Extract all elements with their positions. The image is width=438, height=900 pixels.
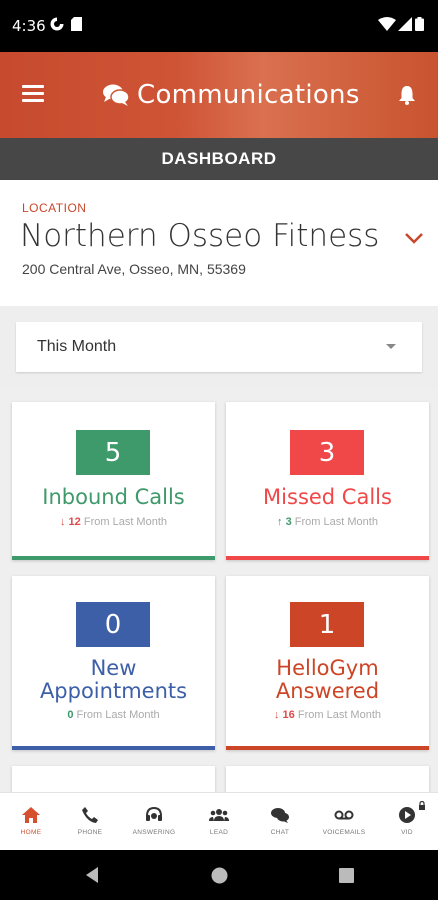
recents-icon[interactable]: [339, 868, 354, 883]
app-bar: Communications: [0, 52, 438, 138]
nav-lead[interactable]: LEAD: [188, 793, 250, 851]
nav-label: ANSWERING: [132, 829, 176, 836]
chat-icon: [271, 808, 289, 823]
stat-title: Missed Calls: [263, 485, 392, 509]
period-select-value: This Month: [37, 338, 117, 355]
stat-card-missed-calls[interactable]: 3 Missed Calls ↑ 3 From Last Month: [226, 402, 429, 560]
nav-chat[interactable]: CHAT: [249, 793, 311, 851]
stat-card-accent-bar: [12, 556, 215, 560]
phone-icon: [82, 807, 98, 823]
home-circle-icon[interactable]: [211, 867, 228, 884]
stats-grid: 5 Inbound Calls ↓ 12 From Last Month 3 M…: [0, 388, 438, 792]
nav-home[interactable]: HOME: [0, 793, 62, 851]
stat-card-partial[interactable]: [226, 766, 429, 792]
stat-title: HelloGym Answered: [275, 656, 380, 703]
stat-value-box: 3: [290, 430, 364, 475]
location-address: 200 Central Ave, Osseo, MN, 55369: [22, 261, 246, 277]
stat-card-accent-bar: [226, 556, 429, 560]
stat-delta: ↓ 16 From Last Month: [273, 709, 381, 721]
stat-delta: ↓ 12 From Last Month: [59, 516, 167, 528]
bell-icon[interactable]: [398, 85, 416, 105]
bottom-nav: HOME PHONE ANSWERING LEAD CHAT VOICEMAIL…: [0, 792, 438, 850]
menu-icon[interactable]: [22, 85, 44, 105]
nav-label: VID: [401, 829, 413, 836]
stat-card-inbound-calls[interactable]: 5 Inbound Calls ↓ 12 From Last Month: [12, 402, 215, 560]
stat-value-box: 5: [76, 430, 150, 475]
stat-card-partial[interactable]: [12, 766, 215, 792]
status-time: 4:36: [12, 17, 46, 35]
battery-icon: [415, 17, 424, 31]
period-select[interactable]: This Month: [16, 322, 422, 372]
app-title-group: Communications: [102, 80, 360, 110]
stat-value-box: 1: [290, 602, 364, 647]
video-play-icon: [399, 807, 415, 823]
lock-icon: [419, 801, 425, 810]
nav-label: CHAT: [270, 829, 290, 836]
nav-label: LEAD: [209, 829, 229, 836]
stat-value-box: 0: [76, 602, 150, 647]
nav-label: PHONE: [77, 829, 103, 836]
stat-card-accent-bar: [12, 746, 215, 750]
nav-phone[interactable]: PHONE: [59, 793, 121, 851]
wifi-icon: [378, 17, 396, 31]
nav-label: HOME: [20, 829, 42, 836]
voicemail-icon: [334, 810, 354, 820]
nav-answering[interactable]: ANSWERING: [123, 793, 185, 851]
back-icon[interactable]: [84, 866, 100, 884]
stat-delta: 0 From Last Month: [67, 709, 160, 721]
sd-card-icon: [71, 17, 82, 31]
location-panel: LOCATION Northern Osseo Fitness 200 Cent…: [0, 180, 438, 306]
nav-video[interactable]: VID: [376, 793, 438, 851]
location-name[interactable]: Northern Osseo Fitness: [20, 218, 379, 254]
location-label: LOCATION: [22, 201, 87, 215]
signal-icon: [398, 17, 412, 31]
chevron-down-icon[interactable]: [404, 230, 424, 246]
app-notification-icon: [50, 17, 64, 31]
stat-title: New Appointments: [39, 656, 188, 703]
app-title: Communications: [137, 80, 360, 110]
home-icon: [22, 807, 40, 823]
stat-card-accent-bar: [226, 746, 429, 750]
nav-label: VOICEMAILS: [322, 829, 366, 836]
headset-icon: [146, 806, 162, 821]
stat-card-new-appointments[interactable]: 0 New Appointments 0 From Last Month: [12, 576, 215, 750]
caret-down-icon: [386, 344, 396, 349]
users-icon: [209, 809, 229, 821]
system-nav-bar: [0, 850, 438, 900]
stat-delta: ↑ 3 From Last Month: [277, 516, 378, 528]
stat-title: Inbound Calls: [42, 485, 185, 509]
status-bar: 4:36: [0, 0, 438, 52]
dashboard-header: DASHBOARD: [0, 138, 438, 180]
chat-bubbles-icon: [103, 84, 130, 106]
stat-card-hellogym-answered[interactable]: 1 HelloGym Answered ↓ 16 From Last Month: [226, 576, 429, 750]
nav-voicemails[interactable]: VOICEMAILS: [313, 793, 375, 851]
